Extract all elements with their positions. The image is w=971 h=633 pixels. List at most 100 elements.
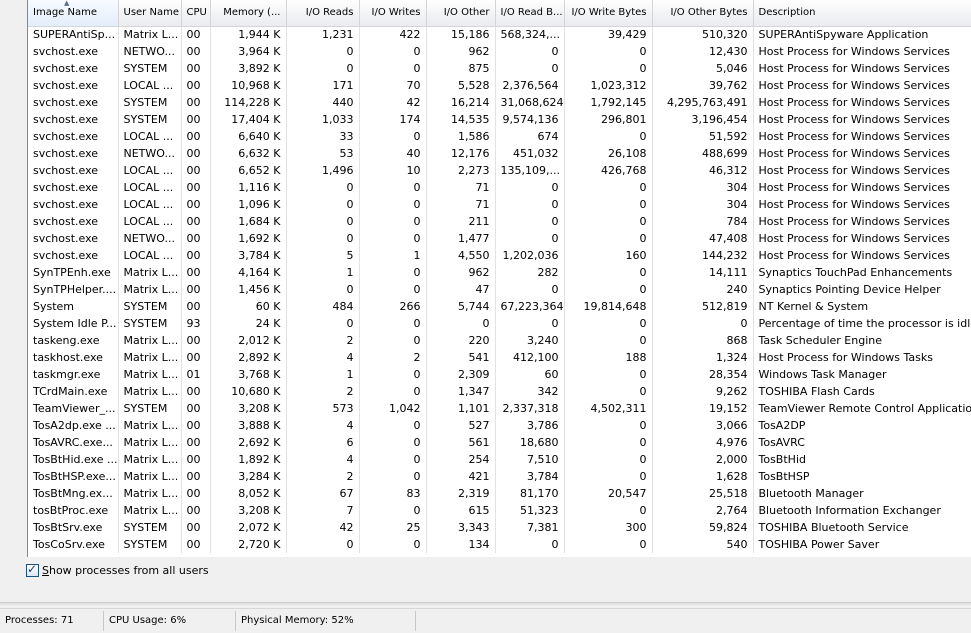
status-cpu-usage: CPU Usage: 6% [104, 611, 236, 631]
cell-user-name: NETWO... [118, 43, 182, 60]
cell-io-writes: 0 [359, 536, 427, 553]
process-row[interactable]: TosBtSrv.exe SYSTEM 00 2,072 K 42 25 3,343 7,38… [28, 519, 971, 536]
process-row[interactable]: System SYSTEM 00 60 K 484 266 5,744 67,223,364 1… [28, 298, 971, 315]
process-row[interactable]: TosBtHid.exe ... Matrix L... 00 1,892 K 4 0 25… [28, 451, 971, 468]
cell-user-name: NETWO... [118, 230, 182, 247]
cell-image-name: svchost.exe [28, 196, 119, 213]
cell-user-name: LOCAL ... [118, 213, 182, 230]
cell-memory: 2,892 K [210, 349, 287, 366]
cell-memory: 1,116 K [210, 179, 287, 196]
process-row[interactable]: svchost.exe NETWO... 00 3,964 K 0 0 962 0 0 12,43… [28, 43, 971, 60]
cell-io-other-bytes: 304 [652, 196, 754, 213]
process-row[interactable]: svchost.exe LOCAL ... 00 1,096 K 0 0 71 0 0 304 Ho… [28, 196, 971, 213]
cell-io-read-bytes: 412,100 [495, 349, 565, 366]
cell-cpu: 00 [181, 502, 211, 519]
cell-description: TeamViewer Remote Control Application [753, 400, 971, 417]
cell-io-write-bytes: 0 [564, 468, 653, 485]
cell-io-reads: 1 [286, 264, 360, 281]
process-list[interactable]: ▲ Image Name User Name CPU Memory (... I/… [27, 0, 971, 557]
column-header-user-name[interactable]: User Name [118, 0, 182, 27]
process-row[interactable]: TeamViewer_... SYSTEM 00 3,208 K 573 1,042 1,1… [28, 400, 971, 417]
window-edge [0, 602, 971, 605]
cell-io-writes: 2 [359, 349, 427, 366]
process-row[interactable]: svchost.exe NETWO... 00 6,632 K 53 40 12,176 45… [28, 145, 971, 162]
cell-memory: 1,944 K [210, 26, 287, 43]
cell-io-write-bytes: 0 [564, 366, 653, 383]
process-row[interactable]: taskeng.exe Matrix L... 00 2,012 K 2 0 220 3,24… [28, 332, 971, 349]
cell-io-writes: 0 [359, 230, 427, 247]
process-row[interactable]: svchost.exe SYSTEM 00 114,228 K 440 42 16,214 3… [28, 94, 971, 111]
process-row[interactable]: TosBtMng.ex... Matrix L... 00 8,052 K 67 83 2,… [28, 485, 971, 502]
cell-description: Host Process for Windows Services [753, 213, 971, 230]
process-row[interactable]: TCrdMain.exe Matrix L... 00 10,680 K 2 0 1,347… [28, 383, 971, 400]
cell-image-name: SUPERAntiSp... [28, 26, 119, 43]
column-header-io-read-bytes[interactable]: I/O Read B... [495, 0, 565, 27]
cell-io-reads: 0 [286, 230, 360, 247]
process-row[interactable]: TosA2dp.exe ... Matrix L... 00 3,888 K 4 0 527… [28, 417, 971, 434]
cell-io-write-bytes: 426,768 [564, 162, 653, 179]
cell-memory: 2,012 K [210, 332, 287, 349]
process-row[interactable]: taskmgr.exe Matrix L... 01 3,768 K 1 0 2,309 60… [28, 366, 971, 383]
cell-io-writes: 1 [359, 247, 427, 264]
checkbox-box[interactable]: ✓ [26, 562, 39, 577]
cell-io-other-bytes: 868 [652, 332, 754, 349]
process-row[interactable]: taskhost.exe Matrix L... 00 2,892 K 4 2 541 412… [28, 349, 971, 366]
cell-user-name: LOCAL ... [118, 196, 182, 213]
process-row[interactable]: svchost.exe LOCAL ... 00 6,652 K 1,496 10 2,27… [28, 162, 971, 179]
cell-io-other: 615 [426, 502, 496, 519]
cell-memory: 3,208 K [210, 502, 287, 519]
process-row[interactable]: svchost.exe LOCAL ... 00 3,784 K 5 1 4,550 1,20… [28, 247, 971, 264]
cell-io-writes: 0 [359, 128, 427, 145]
column-header-io-reads[interactable]: I/O Reads [286, 0, 360, 27]
process-row[interactable]: svchost.exe SYSTEM 00 17,404 K 1,033 174 14,53… [28, 111, 971, 128]
cell-image-name: TosBtSrv.exe [28, 519, 119, 536]
process-row[interactable]: SynTPHelper.... Matrix L... 00 1,456 K 0 0 47 0… [28, 281, 971, 298]
process-row[interactable]: svchost.exe NETWO... 00 1,692 K 0 0 1,477 0 0 47,… [28, 230, 971, 247]
cell-io-read-bytes: 3,240 [495, 332, 565, 349]
column-header-description[interactable]: Description [753, 0, 971, 27]
show-all-processes-checkbox[interactable]: ✓ Show processes from all users [26, 562, 209, 577]
cell-io-write-bytes: 0 [564, 179, 653, 196]
cell-user-name: SYSTEM [118, 94, 182, 111]
cell-description: Bluetooth Information Exchanger [753, 502, 971, 519]
column-header-row: ▲ Image Name User Name CPU Memory (... I/… [28, 0, 971, 27]
process-row[interactable]: TosBtHSP.exe... Matrix L... 00 3,284 K 2 0 421… [28, 468, 971, 485]
cell-cpu: 00 [181, 281, 211, 298]
cell-io-reads: 4 [286, 451, 360, 468]
process-row[interactable]: SUPERAntiSp... Matrix L... 00 1,944 K 1,231 4… [28, 26, 971, 43]
process-row[interactable]: tosBtProc.exe Matrix L... 00 3,208 K 7 0 615 51… [28, 502, 971, 519]
process-row[interactable]: System Idle P... SYSTEM 93 24 K 0 0 0 0 0 0 Percen… [28, 315, 971, 332]
process-row[interactable]: svchost.exe LOCAL ... 00 10,968 K 171 70 5,528… [28, 77, 971, 94]
column-header-io-other[interactable]: I/O Other [426, 0, 496, 27]
process-row[interactable]: TosCoSrv.exe SYSTEM 00 2,720 K 0 0 134 0 0 540 TOS… [28, 536, 971, 553]
show-all-processes-label: Show processes from all users [42, 564, 209, 577]
column-header-memory[interactable]: Memory (... [210, 0, 287, 27]
process-row[interactable]: svchost.exe LOCAL ... 00 6,640 K 33 0 1,586 674… [28, 128, 971, 145]
column-header-io-writes[interactable]: I/O Writes [359, 0, 427, 27]
cell-description: Host Process for Windows Services [753, 230, 971, 247]
cell-io-writes: 0 [359, 43, 427, 60]
cell-cpu: 00 [181, 349, 211, 366]
process-row[interactable]: svchost.exe LOCAL ... 00 1,116 K 0 0 71 0 0 304 Ho… [28, 179, 971, 196]
process-row[interactable]: svchost.exe SYSTEM 00 3,892 K 0 0 875 0 0 5,046 Ho… [28, 60, 971, 77]
column-header-cpu[interactable]: CPU [181, 0, 211, 27]
cell-io-read-bytes: 342 [495, 383, 565, 400]
process-row[interactable]: SynTPEnh.exe Matrix L... 00 4,164 K 1 0 962 282… [28, 264, 971, 281]
cell-io-other-bytes: 2,764 [652, 502, 754, 519]
cell-cpu: 00 [181, 94, 211, 111]
cell-memory: 6,640 K [210, 128, 287, 145]
cell-image-name: svchost.exe [28, 128, 119, 145]
column-header-io-other-bytes[interactable]: I/O Other Bytes [652, 0, 754, 27]
cell-user-name: Matrix L... [118, 383, 182, 400]
cell-io-read-bytes: 135,109,... [495, 162, 565, 179]
cell-memory: 3,964 K [210, 43, 287, 60]
column-header-io-write-bytes[interactable]: I/O Write Bytes [564, 0, 653, 27]
process-row[interactable]: svchost.exe LOCAL ... 00 1,684 K 0 0 211 0 0 784 H… [28, 213, 971, 230]
cell-cpu: 00 [181, 332, 211, 349]
column-header-image-name[interactable]: ▲ Image Name [28, 0, 119, 27]
cell-io-other: 4,550 [426, 247, 496, 264]
cell-io-read-bytes: 18,680 [495, 434, 565, 451]
process-row[interactable]: TosAVRC.exe... Matrix L... 00 2,692 K 6 0 561 1… [28, 434, 971, 451]
cell-io-other: 541 [426, 349, 496, 366]
cell-image-name: svchost.exe [28, 111, 119, 128]
